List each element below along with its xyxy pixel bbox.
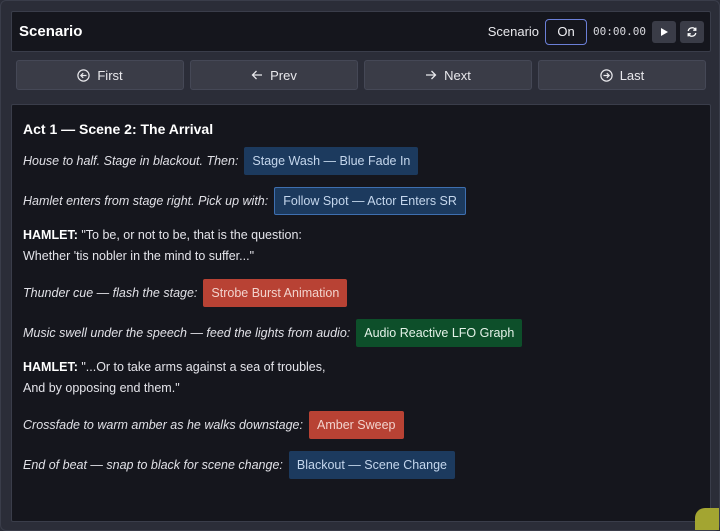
timer-readout: 00:00.00	[593, 25, 646, 38]
dialog-line: "To be, or not to be, that is the questi…	[77, 228, 302, 242]
cue-text: Hamlet enters from stage right. Pick up …	[23, 194, 269, 208]
cue-row: Hamlet enters from stage right. Pick up …	[23, 187, 699, 215]
dialog-speaker: HAMLET:	[23, 228, 78, 242]
navigation-row: First Prev Next Last	[16, 60, 706, 90]
last-button[interactable]: Last	[538, 60, 706, 90]
dialog-line: "...Or to take arms against a sea of tro…	[77, 360, 326, 374]
app-frame: Scenario Scenario On 00:00.00 First Prev…	[0, 0, 720, 531]
circle-arrow-left-icon	[77, 68, 91, 82]
arrow-right-icon	[426, 70, 437, 80]
circle-arrow-right-icon	[600, 68, 613, 82]
resize-handle[interactable]	[695, 508, 719, 530]
prev-button-label: Prev	[270, 67, 297, 83]
cue-text: Music swell under the speech — feed the …	[23, 326, 351, 340]
prev-button[interactable]: Prev	[190, 60, 358, 90]
cue-chip-amber-sweep[interactable]: Amber Sweep	[309, 411, 404, 439]
cue-chip-strobe-burst[interactable]: Strobe Burst Animation	[203, 279, 348, 307]
dialog-line: Whether 'tis nobler in the mind to suffe…	[23, 249, 255, 263]
scenario-label: Scenario	[487, 24, 540, 39]
arrow-left-icon	[251, 70, 263, 80]
first-button[interactable]: First	[16, 60, 184, 90]
header-bar: Scenario Scenario On 00:00.00	[11, 11, 711, 52]
reset-button[interactable]	[680, 20, 704, 43]
dialog-speaker: HAMLET:	[23, 360, 78, 374]
refresh-icon	[687, 26, 697, 37]
scenario-script-panel: Act 1 — Scene 2: The Arrival House to ha…	[11, 104, 711, 522]
scene-title: Act 1 — Scene 2: The Arrival	[23, 121, 214, 137]
cue-text: House to half. Stage in blackout. Then:	[23, 154, 239, 168]
cue-row: Crossfade to warm amber as he walks down…	[23, 411, 699, 439]
next-button[interactable]: Next	[364, 60, 532, 90]
play-button[interactable]	[652, 20, 676, 43]
cue-row: Music swell under the speech — feed the …	[23, 319, 699, 347]
cue-text: End of beat — snap to black for scene ch…	[23, 458, 283, 472]
scenario-toggle-button[interactable]: On	[545, 18, 588, 45]
cue-chip-stage-wash[interactable]: Stage Wash — Blue Fade In	[244, 147, 419, 175]
cue-row: House to half. Stage in blackout. Then: …	[23, 147, 699, 175]
cue-chip-audio-reactive[interactable]: Audio Reactive LFO Graph	[356, 319, 523, 347]
dialog-block: HAMLET: "To be, or not to be, that is th…	[23, 225, 699, 267]
page-title: Scenario	[19, 23, 83, 40]
cue-row: End of beat — snap to black for scene ch…	[23, 451, 699, 479]
first-button-label: First	[97, 67, 123, 83]
dialog-block: HAMLET: "...Or to take arms against a se…	[23, 357, 699, 399]
cue-chip-follow-spot[interactable]: Follow Spot — Actor Enters SR	[274, 187, 466, 215]
play-icon	[661, 27, 668, 36]
cue-text: Thunder cue — flash the stage:	[23, 286, 198, 300]
cue-row: Thunder cue — flash the stage: Strobe Bu…	[23, 279, 699, 307]
cue-chip-blackout[interactable]: Blackout — Scene Change	[288, 451, 455, 479]
next-button-label: Next	[444, 67, 471, 83]
dialog-line: And by opposing end them."	[23, 381, 180, 395]
cue-text: Crossfade to warm amber as he walks down…	[23, 418, 303, 432]
last-button-label: Last	[619, 67, 645, 83]
